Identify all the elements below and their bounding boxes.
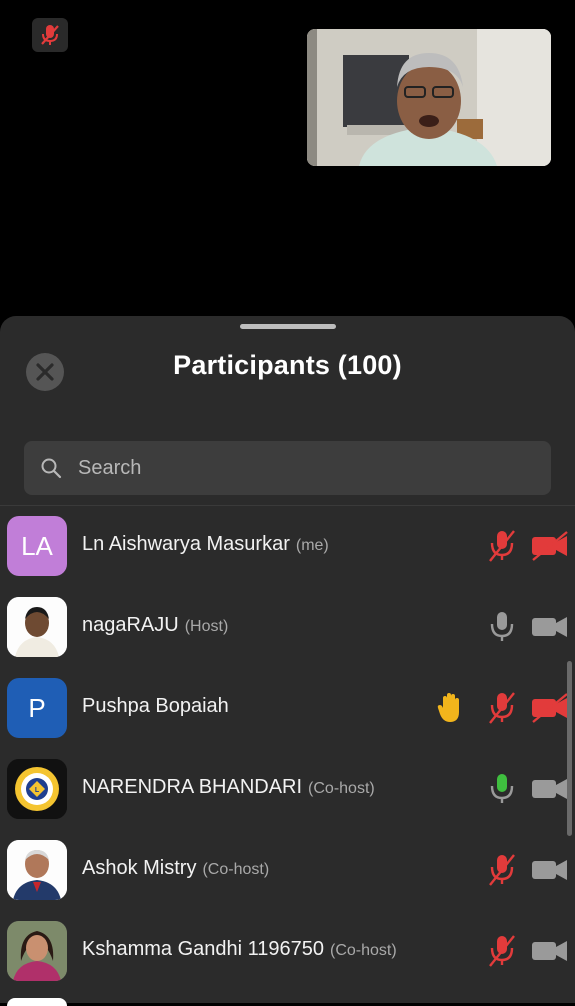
speaker-video-frame xyxy=(307,29,551,166)
avatar xyxy=(7,597,67,657)
participant-role: (Co-host) xyxy=(202,861,270,878)
video-off-icon[interactable] xyxy=(531,692,569,724)
meeting-video-area xyxy=(0,0,575,318)
video-icon[interactable] xyxy=(531,854,569,886)
mic-muted-icon[interactable] xyxy=(486,933,518,969)
mic-muted-icon[interactable] xyxy=(486,528,518,564)
next-avatar-peek xyxy=(7,998,67,1006)
participant-name: NARENDRA BHANDARI xyxy=(82,776,303,798)
participant-name: Ln Aishwarya Masurkar xyxy=(82,533,290,555)
participant-name: Kshamma Gandhi 1196750 xyxy=(82,938,325,960)
self-mute-indicator[interactable] xyxy=(32,18,68,52)
svg-text:L: L xyxy=(35,787,40,794)
participant-row[interactable]: Kshamma Gandhi 1196750 (Co-host) xyxy=(0,921,575,1002)
panel-title: Participants (100) xyxy=(173,350,402,380)
video-off-icon[interactable] xyxy=(531,530,569,562)
avatar xyxy=(7,840,67,900)
participant-row[interactable]: P Pushpa Bopaiah xyxy=(0,678,575,759)
participant-name: nagaRAJU xyxy=(82,614,179,636)
scrollbar[interactable] xyxy=(567,661,572,836)
video-icon[interactable] xyxy=(531,773,569,805)
participant-role: (Host) xyxy=(184,618,229,635)
participant-name: Ashok Mistry xyxy=(82,857,197,879)
divider xyxy=(0,505,575,506)
drag-handle[interactable] xyxy=(240,324,336,329)
participant-row[interactable]: LA Ln Aishwarya Masurkar (me) xyxy=(0,516,575,597)
participant-row[interactable]: Ashok Mistry (Co-host) xyxy=(0,840,575,921)
profile-photo xyxy=(7,921,67,981)
video-icon[interactable] xyxy=(531,935,569,967)
avatar: L xyxy=(7,759,67,819)
participant-list: LA Ln Aishwarya Masurkar (me) nagaRAJU (… xyxy=(0,516,575,1002)
lions-club-logo: L xyxy=(7,759,67,819)
mic-muted-icon[interactable] xyxy=(486,690,518,726)
mic-icon[interactable] xyxy=(486,609,518,645)
participant-row[interactable]: L NARENDRA BHANDARI (Co-host) xyxy=(0,759,575,840)
participant-role: (Co-host) xyxy=(308,780,375,797)
search-bar[interactable] xyxy=(24,441,551,495)
participant-role: (me) xyxy=(295,537,329,554)
avatar: LA xyxy=(7,516,67,576)
search-input[interactable] xyxy=(76,455,551,481)
mic-muted-icon xyxy=(41,25,59,45)
mic-active-icon[interactable] xyxy=(486,771,518,807)
participant-row[interactable]: nagaRAJU (Host) xyxy=(0,597,575,678)
raised-hand-icon xyxy=(435,690,467,726)
active-speaker-video[interactable] xyxy=(307,29,551,166)
profile-photo xyxy=(7,840,67,900)
participants-panel: Participants (100) LA Ln Aishwarya Masur… xyxy=(0,316,575,1003)
search-icon xyxy=(40,457,62,479)
participant-role: (Co-host) xyxy=(330,942,397,959)
profile-photo xyxy=(7,597,67,657)
participant-name: Pushpa Bopaiah xyxy=(82,695,229,717)
avatar xyxy=(7,921,67,981)
avatar: P xyxy=(7,678,67,738)
mic-muted-icon[interactable] xyxy=(486,852,518,888)
video-icon[interactable] xyxy=(531,611,569,643)
